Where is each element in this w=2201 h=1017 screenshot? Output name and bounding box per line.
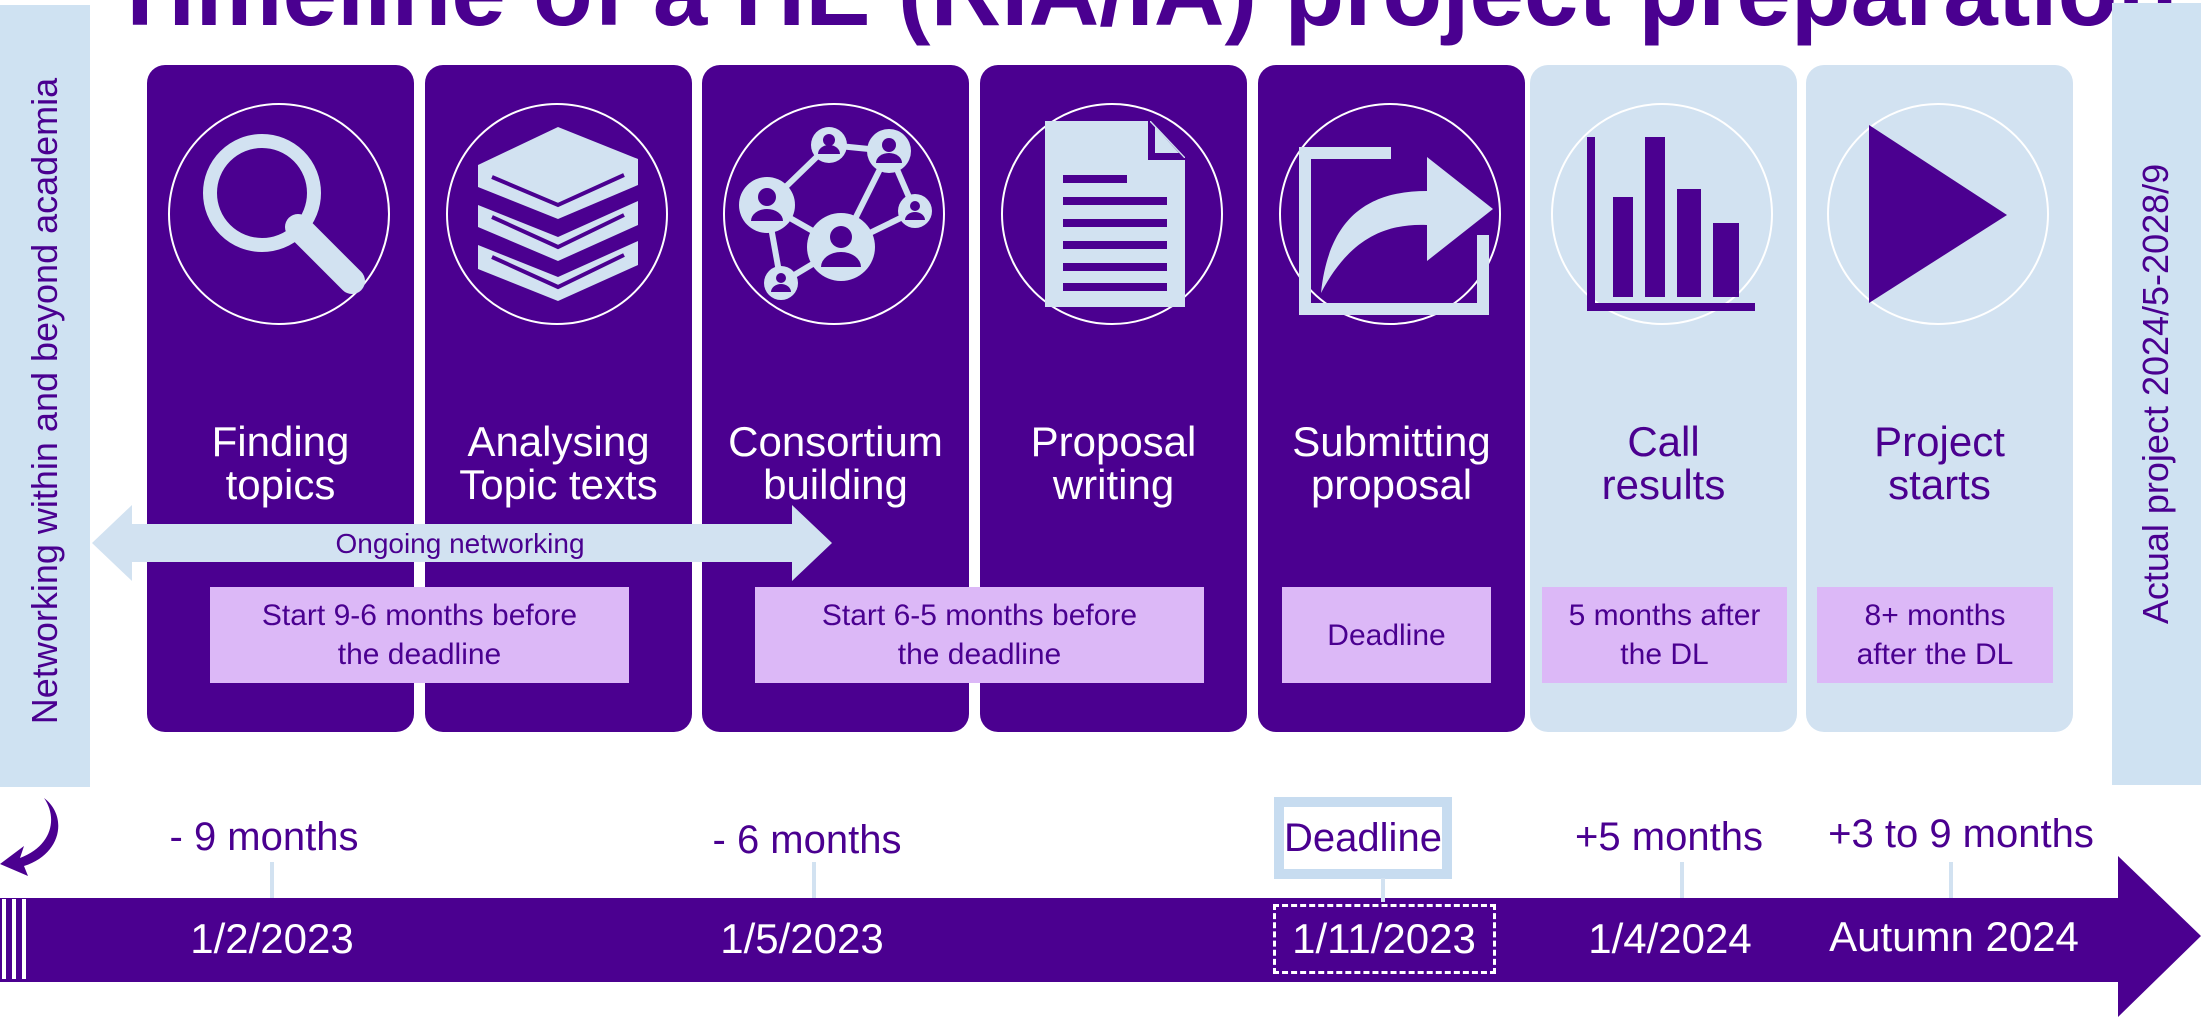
document-icon — [1001, 103, 1223, 325]
timeline-date: 1/11/2023 — [1292, 915, 1476, 962]
timeline-tick-label: - 6 months — [712, 818, 902, 862]
timeline-tick — [812, 862, 816, 898]
timeline-tick — [1949, 862, 1953, 898]
play-icon — [1827, 103, 2049, 325]
timeline-tick — [1381, 878, 1385, 902]
stage-label: Project starts — [1874, 418, 2005, 508]
timing-note: 8+ months after the DL — [1817, 587, 2053, 683]
deadline-marker: Deadline — [1274, 797, 1452, 879]
timeline-tick-label: - 9 months — [169, 815, 359, 859]
network-icon — [723, 103, 945, 325]
page-title: Timeline of a HE (RIA/IA) project prepar… — [110, 0, 2177, 40]
stage-label: Submitting proposal — [1292, 418, 1491, 508]
books-icon — [446, 103, 668, 325]
actual-project-side-panel: Actual project 2024/5-2028/9 — [2112, 3, 2201, 785]
actual-project-side-label: Actual project 2024/5-2028/9 — [2135, 163, 2176, 625]
networking-side-label: Networking within and beyond academia — [24, 77, 65, 725]
stage-label: Analysing Topic texts — [459, 418, 658, 508]
stage-label: Finding topics — [211, 418, 350, 508]
timeline-date: 1/4/2024 — [1588, 915, 1752, 962]
timeline-tick — [1680, 862, 1684, 898]
timeline-tick-label: +5 months — [1575, 815, 1763, 859]
timeline-tick — [270, 862, 274, 898]
timeline-start-marker — [2, 899, 26, 979]
ongoing-networking-label: Ongoing networking — [335, 528, 585, 559]
networking-side-panel: Networking within and beyond academia — [0, 5, 90, 787]
bar-chart-icon — [1551, 103, 1773, 325]
timeline-tick-label: +3 to 9 months — [1828, 812, 2094, 856]
timing-note: Start 6-5 months before the deadline — [755, 587, 1204, 683]
timing-note: Start 9-6 months before the deadline — [210, 587, 629, 683]
timeline-date: Autumn 2024 — [1829, 913, 2079, 960]
stage-label: Proposal writing — [1030, 418, 1197, 508]
timeline-date: 1/2/2023 — [190, 915, 354, 962]
magnifier-icon — [168, 103, 390, 325]
timeline-date: 1/5/2023 — [720, 915, 884, 962]
timing-note: Deadline — [1282, 587, 1491, 683]
share-icon — [1279, 103, 1501, 325]
timing-note: 5 months after the DL — [1542, 587, 1787, 683]
stage-label: Consortium building — [728, 418, 943, 508]
stage-label: Call results — [1601, 418, 1726, 508]
